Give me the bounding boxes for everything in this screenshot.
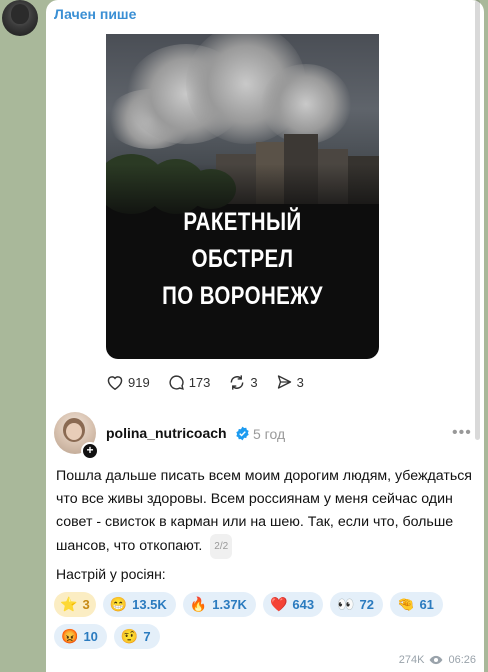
reaction-emoji-icon: 👀: [337, 596, 355, 612]
message-time: 06:26: [448, 654, 476, 666]
share-stat[interactable]: 3: [276, 374, 304, 390]
reaction-count: 10: [83, 629, 98, 644]
message-meta: 274K 06:26: [399, 654, 476, 666]
share-count: 3: [296, 374, 304, 390]
channel-avatar[interactable]: [2, 0, 38, 36]
reaction-emoji-icon: 😡: [61, 628, 79, 644]
reaction-count: 7: [143, 629, 151, 644]
more-options-icon[interactable]: •••: [452, 424, 472, 442]
comment-stat[interactable]: 173: [168, 374, 211, 391]
reactions-bar: ⭐ 3 😁 13.5K 🔥 1.37K ❤️ 643 👀 72 🤏 61 😡 10 🤨 7: [54, 592, 474, 656]
reaction-count: 61: [419, 597, 434, 612]
reaction-chip[interactable]: ⭐ 3: [54, 592, 96, 617]
reaction-chip[interactable]: 👀 72: [330, 592, 383, 617]
message-body: Пошла дальше писать всем моим дорогим лю…: [56, 468, 472, 554]
view-count: 274K: [398, 654, 425, 666]
repost-stat[interactable]: 3: [228, 374, 258, 391]
reaction-emoji-icon: ❤️: [269, 596, 288, 612]
reaction-emoji-icon: 😁: [109, 596, 128, 612]
heart-icon: [107, 376, 123, 390]
channel-name[interactable]: Лачен пише: [54, 6, 136, 22]
threads-username[interactable]: polina_nutricoach: [106, 425, 227, 441]
post-image[interactable]: РАКЕТНЫЙ ОБСТРЕЛ ПО ВОРОНЕЖУ: [106, 34, 379, 359]
reaction-count: 13.5K: [132, 597, 167, 612]
post-stats: 919 173 3 3: [106, 372, 322, 392]
like-stat[interactable]: 919: [106, 374, 150, 390]
comment-count: 173: [188, 374, 211, 390]
title-line-1: РАКЕТНЫЙ ОБСТРЕЛ: [183, 208, 302, 273]
reaction-chip[interactable]: 😡 10: [54, 624, 107, 649]
post-image-title: РАКЕТНЫЙ ОБСТРЕЛ ПО ВОРОНЕЖУ: [131, 204, 355, 315]
reaction-emoji-icon: 🤨: [120, 628, 139, 644]
reaction-count: 72: [359, 597, 374, 612]
reaction-emoji-icon: 🤏: [397, 596, 415, 612]
reaction-chip[interactable]: 🤏 61: [390, 592, 443, 617]
verified-icon: [236, 426, 249, 441]
repost-count: 3: [250, 374, 258, 390]
reaction-count: 3: [82, 597, 90, 612]
reaction-chip[interactable]: ❤️ 643: [262, 592, 324, 617]
page-indicator: 2/2: [210, 534, 233, 559]
post-time-ago: 5 год: [253, 426, 286, 442]
reaction-emoji-icon: ⭐: [60, 596, 78, 612]
reaction-emoji-icon: 🔥: [189, 596, 208, 612]
reaction-count: 643: [292, 597, 315, 612]
reaction-chip[interactable]: 🤨 7: [113, 624, 160, 649]
scrollbar[interactable]: [475, 0, 480, 440]
message-bubble: Лачен пише РАКЕТНЫЙ ОБСТРЕЛ ПО ВОРОНЕЖУ …: [46, 0, 484, 672]
reaction-count: 1.37K: [212, 597, 247, 612]
send-icon: [277, 375, 291, 389]
follow-plus-icon[interactable]: +: [81, 442, 99, 460]
reaction-chip[interactable]: 🔥 1.37K: [182, 592, 256, 617]
eye-icon: [430, 655, 443, 665]
title-line-2: ПО ВОРОНЕЖУ: [162, 282, 323, 310]
like-count: 919: [128, 374, 150, 390]
mood-label: Настрій у росіян:: [56, 566, 166, 582]
reaction-chip[interactable]: 😁 13.5K: [102, 592, 176, 617]
repost-icon: [231, 374, 244, 390]
comment-icon: [169, 374, 184, 390]
message-text: Пошла дальше писать всем моим дорогим лю…: [56, 465, 474, 559]
